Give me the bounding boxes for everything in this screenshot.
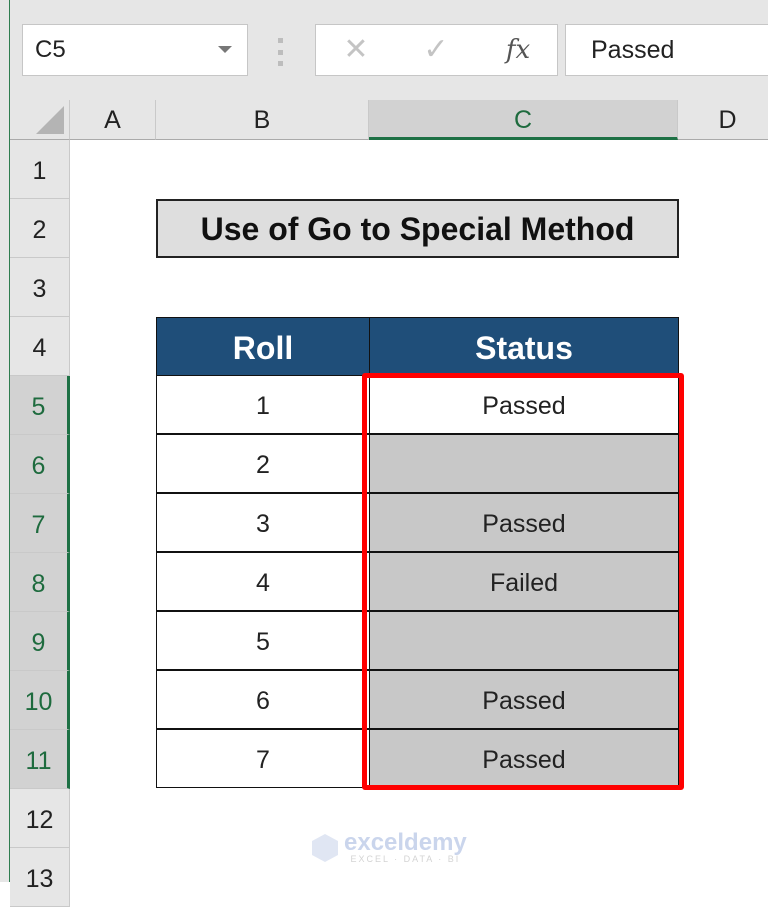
status-cell[interactable]: Failed (369, 552, 679, 611)
roll-cell[interactable]: 3 (156, 493, 370, 552)
row-header-5[interactable]: 5 (10, 376, 70, 435)
status-cell[interactable] (369, 434, 679, 493)
name-box[interactable]: C5 (22, 24, 248, 76)
roll-cell[interactable]: 6 (156, 670, 370, 729)
formula-bar-grip-icon[interactable] (278, 38, 284, 66)
formula-buttons: ✕ ✓ fx (315, 24, 558, 76)
row-header-8[interactable]: 8 (10, 553, 70, 612)
exceldemy-watermark: exceldemy EXCEL · DATA · BI (312, 829, 467, 864)
column-header-b[interactable]: B (156, 100, 369, 140)
watermark-name: exceldemy (344, 829, 467, 856)
row-header-7[interactable]: 7 (10, 494, 70, 553)
sheet-title[interactable]: Use of Go to Special Method (156, 199, 679, 258)
window-edge (0, 0, 10, 882)
row-header-6[interactable]: 6 (10, 435, 70, 494)
row-header-11[interactable]: 11 (10, 730, 70, 789)
insert-function-icon[interactable]: fx (496, 25, 540, 75)
status-cell[interactable]: Passed (369, 729, 679, 788)
row-header-1[interactable]: 1 (10, 140, 70, 199)
row-header-2[interactable]: 2 (10, 199, 70, 258)
row-header-13[interactable]: 13 (10, 848, 70, 907)
status-cell[interactable]: Passed (369, 493, 679, 552)
roll-cell[interactable]: 2 (156, 434, 370, 493)
status-cell-active[interactable]: Passed (369, 375, 679, 434)
enter-icon[interactable]: ✓ (414, 25, 458, 75)
watermark-tagline: EXCEL · DATA · BI (350, 854, 461, 864)
formula-input-value: Passed (591, 36, 675, 64)
column-header-c[interactable]: C (369, 100, 678, 140)
column-header-a[interactable]: A (70, 100, 156, 140)
column-header-d[interactable]: D (678, 100, 768, 140)
row-header-10[interactable]: 10 (10, 671, 70, 730)
status-cell[interactable] (369, 611, 679, 670)
table-header-status[interactable]: Status (369, 317, 679, 376)
exceldemy-logo-icon (312, 834, 338, 862)
row-header-3[interactable]: 3 (10, 258, 70, 317)
row-header-9[interactable]: 9 (10, 612, 70, 671)
cancel-icon[interactable]: ✕ (334, 25, 378, 75)
name-box-value: C5 (35, 36, 66, 63)
roll-cell[interactable]: 1 (156, 375, 370, 434)
roll-cell[interactable]: 4 (156, 552, 370, 611)
formula-input[interactable]: Passed (565, 24, 768, 76)
select-all-icon (36, 106, 64, 134)
row-header-12[interactable]: 12 (10, 789, 70, 848)
status-cell[interactable]: Passed (369, 670, 679, 729)
roll-cell[interactable]: 7 (156, 729, 370, 788)
row-header-4[interactable]: 4 (10, 317, 70, 376)
name-box-dropdown-icon[interactable] (218, 46, 232, 53)
table-header-roll[interactable]: Roll (156, 317, 370, 376)
roll-cell[interactable]: 5 (156, 611, 370, 670)
